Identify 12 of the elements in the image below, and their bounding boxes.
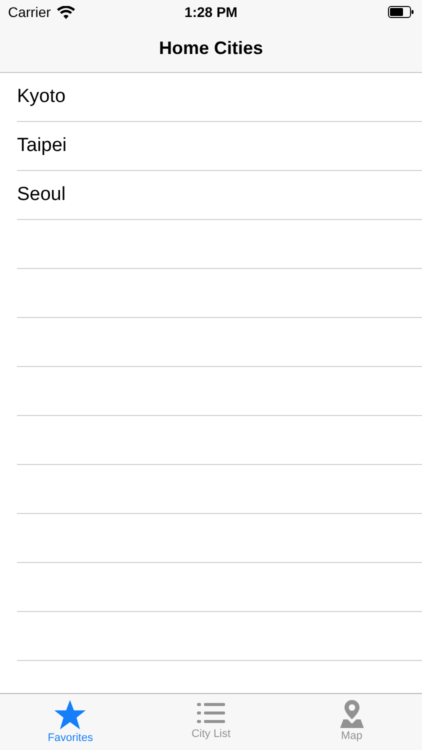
- screen-title: Home Cities: [158, 38, 264, 58]
- clock-time: 1:28 PM: [184, 4, 238, 20]
- wifi-icon: [56, 6, 75, 18]
- carrier-label: Carrier: [8, 4, 51, 20]
- city-name[interactable]: Taipei: [17, 135, 67, 157]
- list-icon: [197, 700, 225, 726]
- city-name[interactable]: Kyoto: [17, 86, 66, 108]
- city-name[interactable]: Seoul: [17, 184, 66, 206]
- map-pin-icon: [340, 700, 364, 728]
- tab-item[interactable]: Favorites: [0, 694, 141, 750]
- star-icon: [54, 700, 86, 730]
- battery-icon: [388, 6, 414, 18]
